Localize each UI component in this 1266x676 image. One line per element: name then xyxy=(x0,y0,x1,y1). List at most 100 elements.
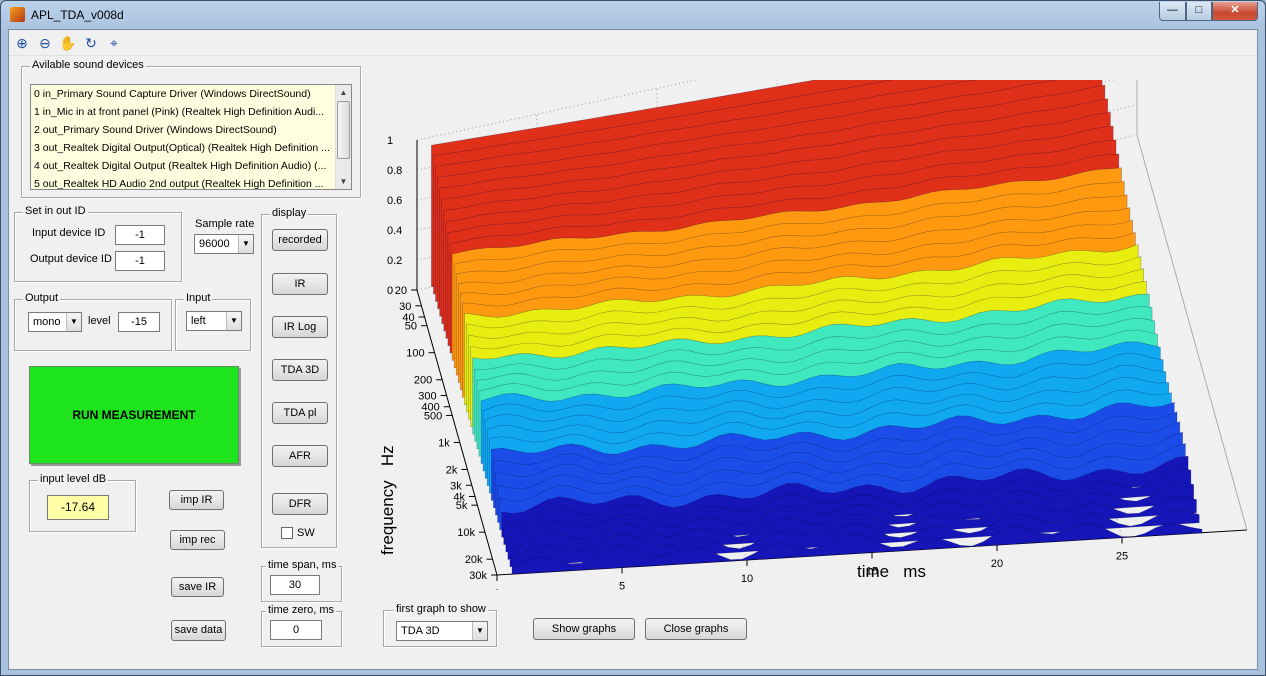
output-device-field[interactable]: -1 xyxy=(115,251,165,271)
close-button[interactable]: ✕ xyxy=(1212,2,1258,21)
figure-toolbar: ⊕ ⊖ ✋ ↻ ⌖ xyxy=(9,30,1257,56)
output-panel: Output mono ▼ level -15 xyxy=(14,292,172,351)
frequency-tick-label: 300 xyxy=(418,391,436,403)
display-recorded-button[interactable]: recorded xyxy=(272,229,328,251)
close-graphs-button[interactable]: Close graphs xyxy=(645,618,747,640)
rotate-3d-icon[interactable]: ↻ xyxy=(82,34,100,52)
time-tick-label: 5 xyxy=(619,581,625,591)
frequency-tick-label: 30 xyxy=(399,301,411,313)
input-device-label: Input device ID xyxy=(32,227,106,239)
device-item[interactable]: 2 out_Primary Sound Driver (Windows Dire… xyxy=(31,121,335,139)
frequency-tick-label: 3k xyxy=(450,480,462,492)
chevron-down-icon[interactable]: ▼ xyxy=(66,313,81,331)
level-label: level xyxy=(88,315,111,327)
display-tda-3d-button[interactable]: TDA 3D xyxy=(272,359,328,381)
input-panel-title: Input xyxy=(184,292,213,304)
show-graphs-button[interactable]: Show graphs xyxy=(533,618,635,640)
sw-checkbox[interactable] xyxy=(281,527,293,539)
z-tick-label: 0.2 xyxy=(387,255,402,267)
device-item[interactable]: 0 in_Primary Sound Capture Driver (Windo… xyxy=(31,85,335,103)
display-ir-button[interactable]: IR xyxy=(272,273,328,295)
first-graph-select[interactable]: TDA 3D ▼ xyxy=(396,621,488,641)
device-item[interactable]: 1 in_Mic in at front panel (Pink) (Realt… xyxy=(31,103,335,121)
input-channel-value: left xyxy=(191,315,206,327)
save-data-button[interactable]: save data xyxy=(171,620,226,641)
devices-scrollbar[interactable]: ▲ ▼ xyxy=(335,85,351,189)
frequency-tick-label: 20k xyxy=(465,554,483,566)
first-graph-value: TDA 3D xyxy=(401,625,440,637)
frequency-tick-label: 50 xyxy=(405,321,417,333)
input-level-title: input level dB xyxy=(38,473,109,485)
input-device-field[interactable]: -1 xyxy=(115,225,165,245)
display-panel-title: display xyxy=(270,207,309,219)
zoom-in-icon[interactable]: ⊕ xyxy=(13,34,31,52)
devices-panel: Avilable sound devices 0 in_Primary Soun… xyxy=(21,59,361,198)
z-tick-label: 0.6 xyxy=(387,195,402,207)
inout-panel-title: Set in out ID xyxy=(23,205,88,217)
time-zero-title: time zero, ms xyxy=(266,604,337,616)
output-level-field[interactable]: -15 xyxy=(118,312,160,332)
scroll-thumb[interactable] xyxy=(337,101,350,159)
devices-panel-title: Avilable sound devices xyxy=(30,59,146,71)
frequency-tick-label: 200 xyxy=(414,375,432,387)
device-item[interactable]: 5 out_Realtek HD Audio 2nd output (Realt… xyxy=(31,175,335,189)
sample-rate-select[interactable]: 96000 ▼ xyxy=(194,234,254,254)
display-dfr-button[interactable]: DFR xyxy=(272,493,328,515)
maximize-button[interactable]: □ xyxy=(1186,2,1212,21)
imp-ir-button[interactable]: imp IR xyxy=(169,490,224,510)
devices-listbox[interactable]: 0 in_Primary Sound Capture Driver (Windo… xyxy=(30,84,352,190)
display-panel: display recorded IR IR Log TDA 3D TDA pl… xyxy=(261,207,337,548)
title-bar[interactable]: APL_TDA_v008d — □ ✕ xyxy=(1,1,1265,29)
frequency-tick-label: 100 xyxy=(406,348,424,360)
display-tda-pl-button[interactable]: TDA pl xyxy=(272,402,328,424)
display-ir-log-button[interactable]: IR Log xyxy=(272,316,328,338)
save-ir-button[interactable]: save IR xyxy=(171,577,224,597)
first-graph-panel: first graph to show TDA 3D ▼ xyxy=(383,603,497,647)
x-axis-label: time ms xyxy=(857,562,926,581)
frequency-tick-label: 20 xyxy=(395,285,407,297)
input-level-value: -17.64 xyxy=(47,495,109,520)
frequency-tick-label: 1k xyxy=(438,437,450,449)
sw-label: SW xyxy=(297,527,315,539)
time-span-panel: time span, ms 30 xyxy=(261,559,342,602)
pan-hand-icon[interactable]: ✋ xyxy=(59,34,77,52)
chevron-down-icon[interactable]: ▼ xyxy=(238,235,253,253)
tda-3d-plot[interactable]: 00.20.40.60.81 203040501002003004005001k… xyxy=(357,80,1257,590)
time-zero-field[interactable]: 0 xyxy=(270,620,322,640)
frequency-tick-label: 500 xyxy=(424,410,442,422)
time-tick-label: 20 xyxy=(991,558,1003,570)
time-tick-label: 0 xyxy=(494,588,500,590)
chevron-down-icon[interactable]: ▼ xyxy=(226,312,241,330)
y-axis-label: frequency Hz xyxy=(378,445,397,555)
time-tick-label: 10 xyxy=(741,573,753,585)
imp-rec-button[interactable]: imp rec xyxy=(170,530,225,550)
device-item[interactable]: 4 out_Realtek Digital Output (Realtek Hi… xyxy=(31,157,335,175)
scroll-down-icon[interactable]: ▼ xyxy=(336,174,351,189)
scroll-up-icon[interactable]: ▲ xyxy=(336,85,351,100)
device-item[interactable]: 3 out_Realtek Digital Output(Optical) (R… xyxy=(31,139,335,157)
matlab-app-icon xyxy=(10,7,25,22)
time-tick-label: 25 xyxy=(1116,551,1128,563)
app-window: APL_TDA_v008d — □ ✕ ⊕ ⊖ ✋ ↻ ⌖ Avilable s… xyxy=(0,0,1266,676)
z-tick-label: 0.4 xyxy=(387,225,402,237)
zoom-out-icon[interactable]: ⊖ xyxy=(36,34,54,52)
sample-rate-label: Sample rate xyxy=(195,218,255,230)
frequency-tick-label: 5k xyxy=(456,500,468,512)
z-tick-label: 0.8 xyxy=(387,165,402,177)
frequency-tick-label: 10k xyxy=(457,527,475,539)
data-cursor-icon[interactable]: ⌖ xyxy=(105,34,123,52)
frequency-tick-label: 30k xyxy=(469,570,487,582)
output-device-label: Output device ID xyxy=(30,253,112,265)
minimize-button[interactable]: — xyxy=(1159,2,1186,21)
display-afr-button[interactable]: AFR xyxy=(272,445,328,467)
input-channel-select[interactable]: left ▼ xyxy=(186,311,242,331)
run-measurement-button[interactable]: RUN MEASUREMENT xyxy=(29,366,239,464)
chevron-down-icon[interactable]: ▼ xyxy=(472,622,487,640)
output-mode-select[interactable]: mono ▼ xyxy=(28,312,82,332)
frequency-tick-label: 2k xyxy=(446,464,458,476)
time-zero-panel: time zero, ms 0 xyxy=(261,604,342,647)
inout-panel: Set in out ID Input device ID -1 Output … xyxy=(14,205,182,282)
input-panel: Input left ▼ xyxy=(175,292,251,351)
time-span-field[interactable]: 30 xyxy=(270,575,320,595)
z-tick-label: 1 xyxy=(387,135,393,147)
